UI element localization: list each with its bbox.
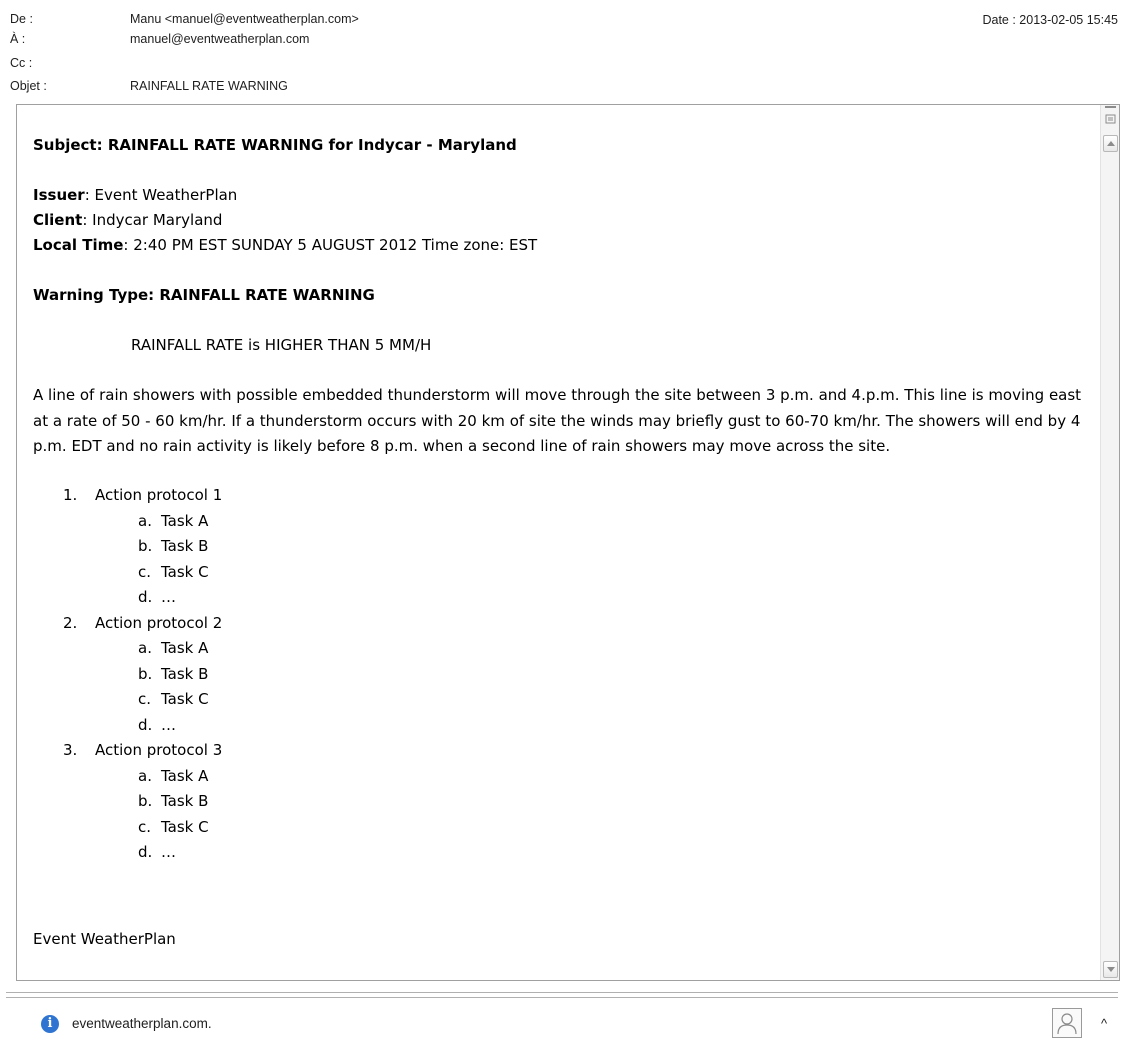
client-line: Client: Indycar Maryland — [33, 208, 222, 234]
divider[interactable] — [6, 997, 1118, 998]
protocol-number: 2. — [63, 613, 78, 632]
task-marker: b. — [138, 537, 153, 555]
message-pane: Subject: RAINFALL RATE WARNING for Indyc… — [16, 104, 1120, 981]
from-value[interactable]: Manu <manuel@eventweatherplan.com> — [130, 9, 359, 29]
task-marker: c. — [138, 690, 152, 708]
issuer-line: Issuer: Event WeatherPlan — [33, 183, 237, 209]
task-marker: a. — [138, 639, 152, 657]
issuer-label: Issuer — [33, 186, 85, 204]
task-marker: d. — [138, 588, 153, 606]
scroll-up-button[interactable] — [1103, 135, 1118, 152]
task-text: … — [161, 588, 176, 606]
task-text: Task A — [161, 639, 209, 657]
person-avatar-icon — [1057, 1013, 1077, 1035]
from-label: De : — [10, 12, 33, 26]
protocol-number: 1. — [63, 486, 78, 504]
task-text: … — [161, 715, 176, 734]
divider — [6, 992, 1118, 993]
local-time-line: Local Time: 2:40 PM EST SUNDAY 5 AUGUST … — [33, 233, 537, 259]
info-icon: i — [41, 1015, 59, 1033]
client-value: : Indycar Maryland — [82, 211, 223, 229]
task-text: Task B — [161, 792, 209, 810]
date-sent: Date : 2013-02-05 15:45 — [982, 13, 1118, 27]
task-text: … — [161, 843, 176, 861]
local-time-value: : 2:40 PM EST SUNDAY 5 AUGUST 2012 Time … — [123, 236, 538, 254]
subject-label: Objet : — [10, 79, 47, 93]
protocol-label: Action protocol 1 — [95, 486, 223, 504]
signature: Event WeatherPlan — [33, 930, 176, 948]
forecast-paragraph: A line of rain showers with possible emb… — [33, 386, 1082, 455]
task-text: Task B — [161, 537, 209, 555]
rainfall-rate-line: RAINFALL RATE is HIGHER THAN 5 MM/H — [131, 336, 432, 354]
to-value[interactable]: manuel@eventweatherplan.com — [130, 29, 309, 49]
task-marker: d. — [138, 843, 153, 861]
task-text: Task A — [161, 766, 209, 785]
task-marker: b. — [138, 664, 153, 683]
message-body: Subject: RAINFALL RATE WARNING for Indyc… — [17, 105, 1099, 980]
task-text: Task A — [161, 511, 209, 530]
scroll-up-arrow-icon — [1107, 141, 1115, 146]
task-marker: a. — [138, 766, 152, 785]
task-marker: a. — [138, 511, 152, 530]
caret-up-icon[interactable]: ^ — [1101, 1014, 1107, 1034]
task-text: Task B — [161, 664, 209, 683]
issuer-value: : Event WeatherPlan — [84, 186, 238, 204]
info-bar-text: eventweatherplan.com. — [72, 1016, 212, 1031]
task-marker: c. — [138, 817, 152, 836]
protocol-label: Action protocol 2 — [95, 613, 223, 632]
message-header: De : Manu <manuel@eventweatherplan.com> … — [0, 0, 1124, 104]
task-text: Task C — [161, 562, 209, 581]
local-time-label: Local Time — [33, 236, 124, 254]
to-label: À : — [10, 32, 26, 46]
avatar[interactable] — [1052, 1008, 1082, 1038]
task-marker: b. — [138, 792, 153, 810]
task-text: Task C — [161, 817, 209, 836]
subject-value: RAINFALL RATE WARNING — [130, 79, 288, 93]
scroll-down-button[interactable] — [1103, 961, 1118, 978]
protocol-number: 3. — [63, 741, 78, 759]
cc-label: Cc : — [10, 56, 33, 70]
task-marker: d. — [138, 715, 153, 734]
message-subject-line: Subject: RAINFALL RATE WARNING for Indyc… — [33, 136, 517, 154]
client-label: Client — [33, 211, 83, 229]
warning-type-line: Warning Type: RAINFALL RATE WARNING — [33, 286, 375, 304]
task-text: Task C — [161, 690, 209, 708]
vertical-scrollbar[interactable] — [1100, 105, 1119, 980]
task-marker: c. — [138, 562, 152, 581]
grip-icon — [1105, 106, 1116, 124]
protocol-label: Action protocol 3 — [95, 741, 223, 759]
people-pane-bar: i eventweatherplan.com. ^ — [0, 981, 1124, 1042]
scroll-down-arrow-icon — [1107, 967, 1115, 972]
